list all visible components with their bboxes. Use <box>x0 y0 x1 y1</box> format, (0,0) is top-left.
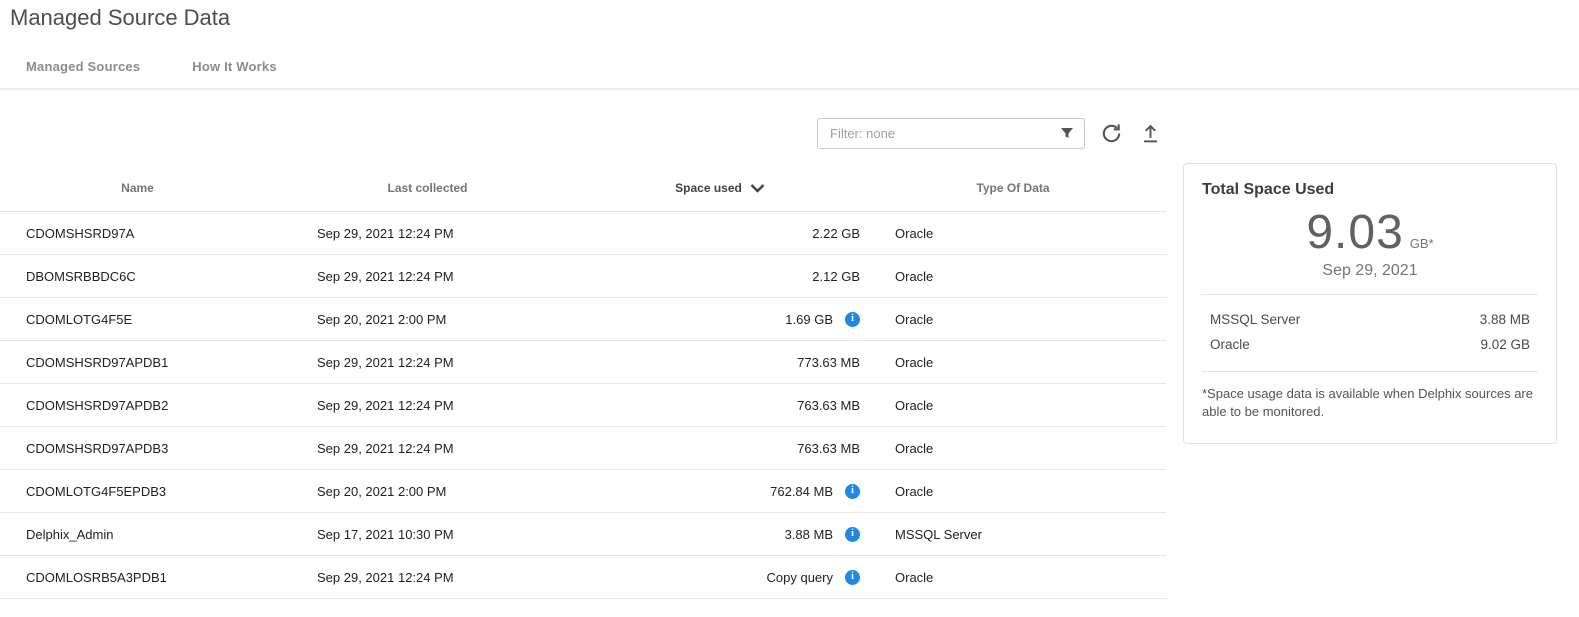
export-button[interactable] <box>1137 121 1163 147</box>
table-row[interactable]: CDOMLOTG4F5EPDB3 Sep 20, 2021 2:00 PM 76… <box>0 469 1166 512</box>
last-collected: Sep 29, 2021 12:24 PM <box>275 398 580 413</box>
tab-managed-sources[interactable]: Managed Sources <box>26 59 140 74</box>
managed-sources-table: Name Last collected Space used Type Of D… <box>0 165 1166 599</box>
breakdown-row-mssql: MSSQL Server 3.88 MB <box>1202 307 1538 332</box>
panel-title: Total Space Used <box>1202 181 1538 199</box>
managed-source-data-page: Managed Source Data Managed Sources How … <box>0 0 1579 617</box>
source-name: CDOMSHSRD97APDB3 <box>0 441 275 456</box>
header-divider <box>0 88 1579 90</box>
data-type: Oracle <box>860 269 1166 284</box>
table-row[interactable]: CDOMSHSRD97APDB3 Sep 29, 2021 12:24 PM 7… <box>0 426 1166 469</box>
total-space-unit: GB* <box>1410 236 1434 251</box>
space-used-value: 763.63 MB <box>797 398 860 413</box>
space-used-value: 2.22 GB <box>812 226 860 241</box>
tab-how-it-works[interactable]: How It Works <box>192 59 277 74</box>
table-row[interactable]: CDOMSHSRD97APDB1 Sep 29, 2021 12:24 PM 7… <box>0 340 1166 383</box>
sort-desc-chevron-icon <box>750 184 765 193</box>
last-collected: Sep 29, 2021 12:24 PM <box>275 269 580 284</box>
space-used-cell: 1.69 GB i <box>580 312 860 327</box>
column-header-space-used[interactable]: Space used <box>580 181 860 195</box>
breakdown-value: 9.02 GB <box>1480 337 1530 352</box>
filter-funnel-icon[interactable] <box>1059 125 1075 141</box>
info-icon[interactable]: i <box>845 527 860 542</box>
space-breakdown-list: MSSQL Server 3.88 MB Oracle 9.02 GB <box>1202 307 1538 357</box>
total-space-figure: 9.03 GB* <box>1202 205 1538 260</box>
export-upload-icon <box>1140 123 1161 144</box>
space-used-value: 3.88 MB <box>785 527 833 542</box>
space-used-cell: 763.63 MB i <box>580 441 860 456</box>
data-type: Oracle <box>860 226 1166 241</box>
table-row[interactable]: CDOMLOSRB5A3PDB1 Sep 29, 2021 12:24 PM C… <box>0 555 1166 598</box>
source-name: Delphix_Admin <box>0 527 275 542</box>
last-collected: Sep 20, 2021 2:00 PM <box>275 484 580 499</box>
source-name: CDOMLOSRB5A3PDB1 <box>0 570 275 585</box>
filter-field-wrap <box>817 118 1085 149</box>
table-header-row: Name Last collected Space used Type Of D… <box>0 165 1166 211</box>
source-name: CDOMSHSRD97APDB2 <box>0 398 275 413</box>
space-used-cell: 3.88 MB i <box>580 527 860 542</box>
breakdown-value: 3.88 MB <box>1480 312 1530 327</box>
breakdown-row-oracle: Oracle 9.02 GB <box>1202 332 1538 357</box>
info-icon[interactable]: i <box>845 484 860 499</box>
data-type: Oracle <box>860 484 1166 499</box>
column-header-type-of-data[interactable]: Type Of Data <box>860 181 1166 195</box>
tab-bar: Managed Sources How It Works <box>26 59 277 74</box>
data-type: Oracle <box>860 441 1166 456</box>
breakdown-label: MSSQL Server <box>1210 312 1300 327</box>
column-header-space-used-label: Space used <box>675 181 742 195</box>
refresh-button[interactable] <box>1098 121 1124 147</box>
data-type: Oracle <box>860 398 1166 413</box>
toolbar <box>0 118 1163 149</box>
last-collected: Sep 29, 2021 12:24 PM <box>275 441 580 456</box>
table-row[interactable]: CDOMLOTG4F5E Sep 20, 2021 2:00 PM 1.69 G… <box>0 297 1166 340</box>
panel-divider-top <box>1202 294 1538 295</box>
panel-divider-bottom <box>1202 371 1538 372</box>
space-used-value: 763.63 MB <box>797 441 860 456</box>
last-collected: Sep 20, 2021 2:00 PM <box>275 312 580 327</box>
table-row[interactable]: Delphix_Admin Sep 17, 2021 10:30 PM 3.88… <box>0 512 1166 555</box>
space-usage-footnote: *Space usage data is available when Delp… <box>1202 385 1538 420</box>
last-collected: Sep 17, 2021 10:30 PM <box>275 527 580 542</box>
source-name: CDOMSHSRD97APDB1 <box>0 355 275 370</box>
column-header-last-collected[interactable]: Last collected <box>275 181 580 195</box>
filter-input[interactable] <box>817 118 1085 149</box>
data-type: Oracle <box>860 355 1166 370</box>
table-body: CDOMSHSRD97A Sep 29, 2021 12:24 PM 2.22 … <box>0 211 1166 598</box>
table-row[interactable]: CDOMSHSRD97A Sep 29, 2021 12:24 PM 2.22 … <box>0 211 1166 254</box>
refresh-icon <box>1100 122 1123 145</box>
space-used-value: 762.84 MB <box>770 484 833 499</box>
table-bottom-border <box>0 598 1166 599</box>
last-collected: Sep 29, 2021 12:24 PM <box>275 226 580 241</box>
column-header-name[interactable]: Name <box>0 181 275 195</box>
source-name: CDOMLOTG4F5EPDB3 <box>0 484 275 499</box>
space-used-value: 773.63 MB <box>797 355 860 370</box>
space-used-cell: 773.63 MB i <box>580 355 860 370</box>
space-used-value: 2.12 GB <box>812 269 860 284</box>
breakdown-label: Oracle <box>1210 337 1250 352</box>
space-used-cell: 2.12 GB i <box>580 269 860 284</box>
space-used-cell: 2.22 GB i <box>580 226 860 241</box>
table-row[interactable]: DBOMSRBBDC6C Sep 29, 2021 12:24 PM 2.12 … <box>0 254 1166 297</box>
source-name: CDOMSHSRD97A <box>0 226 275 241</box>
data-type: Oracle <box>860 570 1166 585</box>
source-name: DBOMSRBBDC6C <box>0 269 275 284</box>
space-used-value: 1.69 GB <box>785 312 833 327</box>
space-used-cell: 762.84 MB i <box>580 484 860 499</box>
data-type: MSSQL Server <box>860 527 1166 542</box>
last-collected: Sep 29, 2021 12:24 PM <box>275 570 580 585</box>
last-collected: Sep 29, 2021 12:24 PM <box>275 355 580 370</box>
info-icon[interactable]: i <box>845 312 860 327</box>
total-space-date: Sep 29, 2021 <box>1202 262 1538 280</box>
total-space-value: 9.03 <box>1306 206 1403 259</box>
source-name: CDOMLOTG4F5E <box>0 312 275 327</box>
info-icon[interactable]: i <box>845 570 860 585</box>
data-type: Oracle <box>860 312 1166 327</box>
table-row[interactable]: CDOMSHSRD97APDB2 Sep 29, 2021 12:24 PM 7… <box>0 383 1166 426</box>
page-title: Managed Source Data <box>10 5 230 31</box>
space-used-value[interactable]: Copy query <box>767 570 833 585</box>
space-used-cell: 763.63 MB i <box>580 398 860 413</box>
total-space-used-panel: Total Space Used 9.03 GB* Sep 29, 2021 MS… <box>1183 163 1557 444</box>
space-used-cell: Copy query i <box>580 570 860 585</box>
